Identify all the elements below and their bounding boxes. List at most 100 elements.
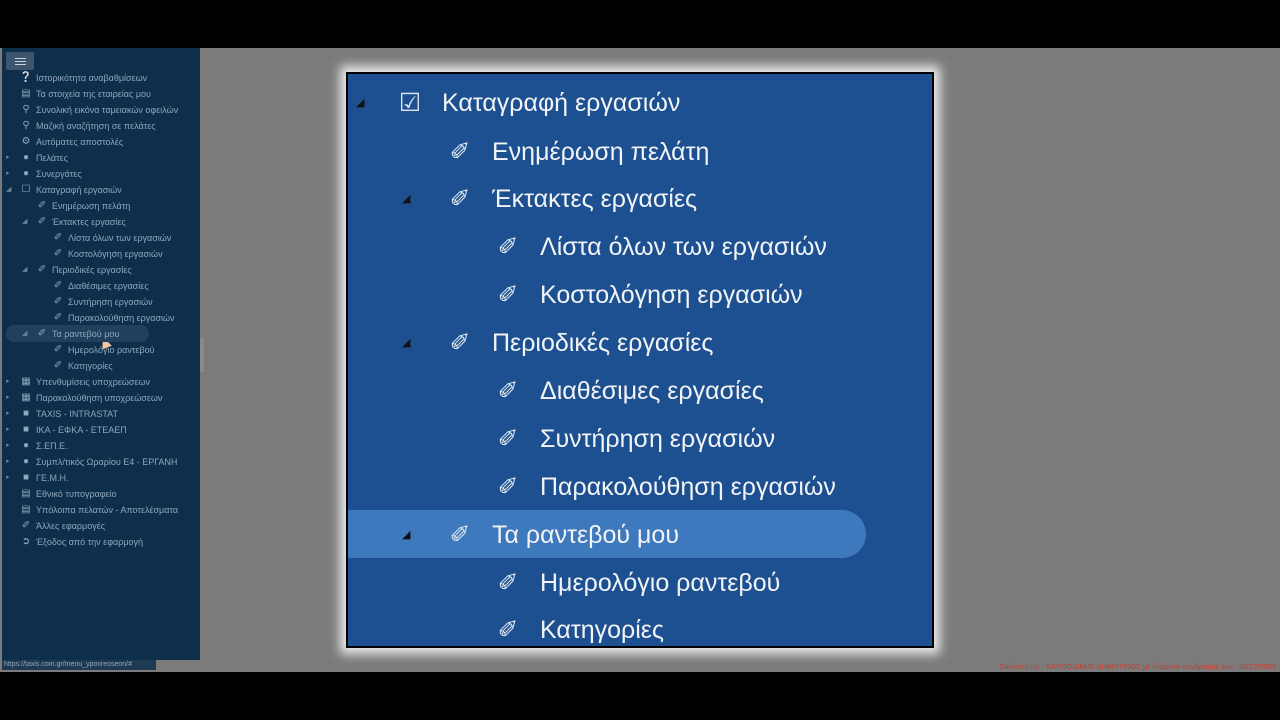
zoom-item-label: Διαθέσιμες εργασίες <box>540 376 764 405</box>
collapse-arrow-icon[interactable]: ◢ <box>6 185 11 193</box>
sidebar-item-ika-efka[interactable]: ▸ ■ ΙΚΑ - ΕΦΚΑ - ΕΤΕΑΕΠ <box>6 422 127 437</box>
expand-arrow-icon[interactable]: ▸ <box>6 377 10 385</box>
paperclip-icon: ✐ <box>449 138 471 166</box>
collapse-arrow-icon[interactable]: ◢ <box>356 96 364 109</box>
sidebar-item-label: TAXIS - INTRASTAT <box>36 408 119 419</box>
zoom-item-all-tasks-list[interactable]: ✐ Λίστα όλων των εργασιών <box>494 224 827 270</box>
users-icon: ● <box>22 456 30 467</box>
zoom-item-label: Παρακολούθηση εργασιών <box>540 472 836 501</box>
zoom-item-task-monitoring[interactable]: ✐ Παρακολούθηση εργασιών <box>494 464 836 510</box>
sidebar-scrollbar[interactable] <box>200 338 204 372</box>
zoom-item-task-logging[interactable]: ☑ Καταγραφή εργασιών <box>396 80 681 126</box>
sidebar-item-mass-search[interactable]: ⚲ Μαζική αναζήτηση σε πελάτες <box>20 118 155 133</box>
expand-arrow-icon[interactable]: ▸ <box>6 425 10 433</box>
expand-arrow-icon[interactable]: ▸ <box>6 441 10 449</box>
sidebar-item-label: Διαθέσιμες εργασίες <box>68 280 149 291</box>
zoom-item-label: Ημερολόγιο ραντεβού <box>540 568 781 597</box>
sidebar-item-national-printing[interactable]: ▤ Εθνικό τυπογραφείο <box>20 486 116 501</box>
sidebar-item-label: Έκτακτες εργασίες <box>52 216 126 227</box>
sidebar-item-label: ΙΚΑ - ΕΦΚΑ - ΕΤΕΑΕΠ <box>36 424 127 435</box>
sidebar-item-taxis-intrastat[interactable]: ▸ ■ TAXIS - INTRASTAT <box>6 406 119 421</box>
sidebar-item-label: Συμπλ/τικός Ωραρίου Ε4 - ΕΡΓΑΝΗ <box>36 456 178 467</box>
login-status: Σύνδεση ως : ΚΑΡΠΟΔΙΝΗΣ ΔΗΜΗΤΡΙΟΣ με διά… <box>999 662 1276 671</box>
zoom-item-appointment-calendar[interactable]: ✐ Ημερολόγιο ραντεβού <box>494 560 781 606</box>
sidebar-item-task-monitoring[interactable]: ✐ Παρακολούθηση εργασιών <box>52 310 175 325</box>
book-icon: ■ <box>22 472 30 483</box>
sidebar-item-partners[interactable]: ▸ ● Συνεργάτες <box>6 166 82 181</box>
status-url: https://taxis.com.gr/menu_ypoxreoseon/# <box>2 660 156 670</box>
expand-arrow-icon[interactable]: ▸ <box>6 169 10 177</box>
zoom-item-periodic-tasks[interactable]: ✐ Περιοδικές εργασίες <box>446 320 714 366</box>
paperclip-icon: ✐ <box>53 296 63 307</box>
sidebar-item-company-info[interactable]: ▤ Τα στοιχεία της εταιρείας μου <box>20 86 151 101</box>
expand-arrow-icon[interactable]: ▸ <box>6 409 10 417</box>
paperclip-icon: ✐ <box>497 616 519 644</box>
zoom-panel: ◢ ☑ Καταγραφή εργασιών ✐ Ενημέρωση πελάτη … <box>346 72 934 648</box>
paperclip-icon: ✐ <box>497 473 519 501</box>
sidebar-item-ergani[interactable]: ▸ ● Συμπλ/τικός Ωραρίου Ε4 - ΕΡΓΑΝΗ <box>6 454 178 469</box>
sidebar-item-auto-sends[interactable]: ⚙ Αυτόματες αποστολές <box>20 134 124 149</box>
sidebar-item-clients[interactable]: ▸ ● Πελάτες <box>6 150 68 165</box>
zoom-item-client-update[interactable]: ✐ Ενημέρωση πελάτη <box>446 129 710 175</box>
sidebar-item-periodic-tasks[interactable]: ◢ ✐ Περιοδικές εργασίες <box>22 262 132 277</box>
paperclip-icon: ✐ <box>37 216 47 227</box>
sidebar-item-update-history[interactable]: ❔ Ιστορικότητα αναβαθμίσεων <box>20 70 147 85</box>
collapse-arrow-icon[interactable]: ◢ <box>22 265 27 273</box>
zoom-item-task-maintenance[interactable]: ✐ Συντήρηση εργασιών <box>494 416 776 462</box>
sidebar-item-appointment-calendar[interactable]: ✐ Ημερολόγιο ραντεβού <box>52 342 155 357</box>
sidebar-item-categories[interactable]: ✐ Κατηγορίες <box>52 358 113 373</box>
collapse-arrow-icon[interactable]: ◢ <box>22 217 27 225</box>
sidebar-item-label: Ημερολόγιο ραντεβού <box>68 344 155 355</box>
sidebar-item-extra-tasks[interactable]: ◢ ✐ Έκτακτες εργασίες <box>22 214 126 229</box>
sidebar-item-label: Περιοδικές εργασίες <box>52 264 132 275</box>
sidebar-item-label: Σ.ΕΠ.Ε. <box>36 440 68 451</box>
users-icon: ● <box>22 168 30 179</box>
sidebar-item-exit[interactable]: ➲ Έξοδος από την εφαρμογή <box>20 534 143 549</box>
clipboard-icon: ☐ <box>21 184 31 195</box>
calendar-icon: ▦ <box>21 392 31 403</box>
zoom-item-task-costing[interactable]: ✐ Κοστολόγηση εργασιών <box>494 272 803 318</box>
expand-arrow-icon[interactable]: ▸ <box>6 457 10 465</box>
sidebar-item-all-tasks-list[interactable]: ✐ Λίστα όλων των εργασιών <box>52 230 172 245</box>
collapse-arrow-icon[interactable]: ◢ <box>22 329 27 337</box>
paperclip-icon: ✐ <box>37 200 47 211</box>
zoom-item-available-tasks[interactable]: ✐ Διαθέσιμες εργασίες <box>494 368 764 414</box>
expand-arrow-icon[interactable]: ▸ <box>6 473 10 481</box>
sidebar-item-task-maintenance[interactable]: ✐ Συντήρηση εργασιών <box>52 294 153 309</box>
sidebar-item-cash-debts[interactable]: ⚲ Συνολική εικόνα ταμειακών οφειλών <box>20 102 178 117</box>
sidebar-item-other-apps[interactable]: ✐ Άλλες εφαρμογές <box>20 518 105 533</box>
collapse-arrow-icon[interactable]: ◢ <box>402 336 410 349</box>
document-icon: ▤ <box>21 488 31 499</box>
paperclip-icon: ✐ <box>53 232 63 243</box>
zoom-item-my-appointments[interactable]: ✐ Τα ραντεβού μου <box>446 512 679 558</box>
paperclip-icon: ✐ <box>53 280 63 291</box>
sidebar-item-available-tasks[interactable]: ✐ Διαθέσιμες εργασίες <box>52 278 149 293</box>
collapse-arrow-icon[interactable]: ◢ <box>402 192 410 205</box>
paperclip-icon: ✐ <box>21 520 31 531</box>
expand-arrow-icon[interactable]: ▸ <box>6 393 10 401</box>
sidebar-item-sepe[interactable]: ▸ ● Σ.ΕΠ.Ε. <box>6 438 68 453</box>
sidebar-item-label: Υπενθυμίσεις υποχρεώσεων <box>36 376 150 387</box>
sidebar-item-label: Συνολική εικόνα ταμειακών οφειλών <box>36 104 179 115</box>
sidebar-item-obligation-reminders[interactable]: ▸ ▦ Υπενθυμίσεις υποχρεώσεων <box>6 374 150 389</box>
zoom-item-categories[interactable]: ✐ Κατηγορίες <box>494 607 664 646</box>
sidebar-item-label: Ενημέρωση πελάτη <box>52 200 131 211</box>
zoom-item-label: Καταγραφή εργασιών <box>442 88 681 117</box>
sidebar-item-client-balances[interactable]: ▤ Υπόλοιπα πελατών - Αποτελέσματα <box>20 502 178 517</box>
sidebar-item-label: Υπόλοιπα πελατών - Αποτελέσματα <box>36 504 179 515</box>
expand-arrow-icon[interactable]: ▸ <box>6 153 10 161</box>
sidebar-item-client-update[interactable]: ✐ Ενημέρωση πελάτη <box>36 198 130 213</box>
sidebar-item-task-costing[interactable]: ✐ Κοστολόγηση εργασιών <box>52 246 163 261</box>
sidebar-item-obligation-monitoring[interactable]: ▸ ▦ Παρακολούθηση υποχρεώσεων <box>6 390 162 405</box>
sidebar-item-gemi[interactable]: ▸ ■ ΓΕ.Μ.Η. <box>6 470 68 485</box>
book-icon: ■ <box>22 408 30 419</box>
sidebar-item-task-logging[interactable]: ◢ ☐ Καταγραφή εργασιών <box>6 182 122 197</box>
zoom-item-extra-tasks[interactable]: ✐ Έκτακτες εργασίες <box>446 176 698 222</box>
zoom-item-label: Κοστολόγηση εργασιών <box>540 280 803 309</box>
document-icon: ▤ <box>21 504 31 515</box>
document-icon: ▤ <box>21 88 31 99</box>
sidebar-item-my-appointments[interactable]: ◢ ✐ Τα ραντεβού μου <box>5 325 150 342</box>
zoom-item-label: Έκτακτες εργασίες <box>492 184 698 213</box>
collapse-arrow-icon[interactable]: ◢ <box>402 528 410 541</box>
sidebar-item-label: Λίστα όλων των εργασιών <box>68 232 172 243</box>
